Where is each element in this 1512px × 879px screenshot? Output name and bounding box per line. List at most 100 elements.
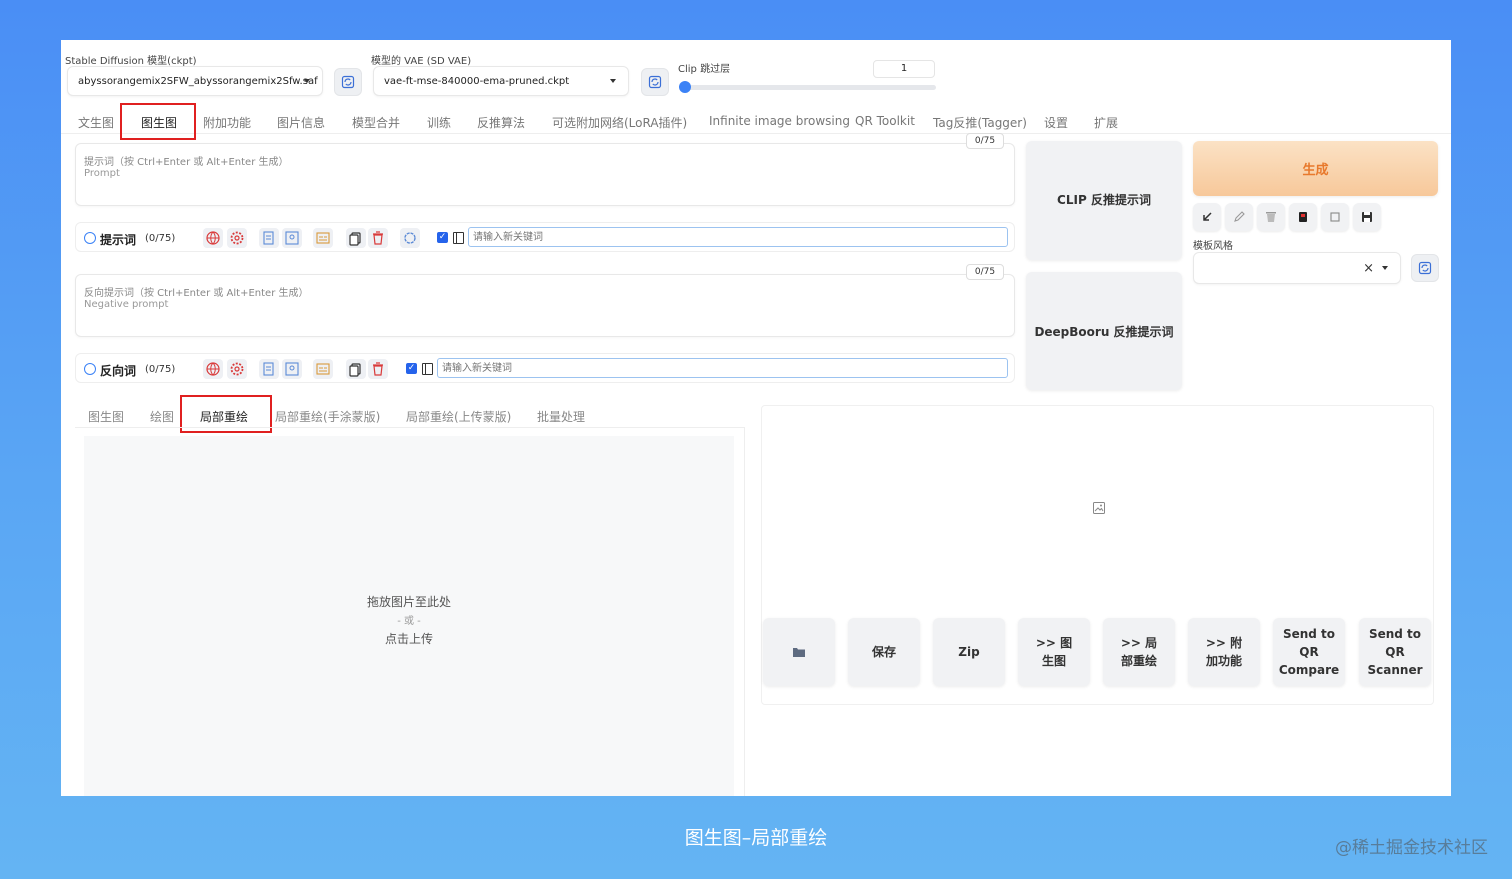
prompt-row-count: (0/75) xyxy=(145,233,176,244)
arrow-down-left-icon xyxy=(1203,212,1212,221)
ckpt-select[interactable]: abyssorangemix2SFW_abyssorangemix2Sfw.sa… xyxy=(67,66,323,96)
clip-interrogate-button[interactable]: CLIP 反推提示词 xyxy=(1026,141,1182,260)
tab-lora[interactable]: 可选附加网络(LoRA插件) xyxy=(552,114,687,131)
panel-toggle-icon[interactable] xyxy=(422,363,433,375)
tab-settings[interactable]: 设置 xyxy=(1044,114,1068,131)
clip-skip-slider[interactable] xyxy=(679,81,936,93)
save-button[interactable]: 保存 xyxy=(848,618,920,686)
folder-icon xyxy=(793,648,805,657)
subtab-inpaint-upload[interactable]: 局部重绘(上传蒙版) xyxy=(406,408,511,425)
negative-prompt-textarea[interactable]: 反向提示词（按 Ctrl+Enter 或 Alt+Enter 生成） Negat… xyxy=(75,274,1015,337)
apply-arrow-button[interactable] xyxy=(1193,203,1221,231)
style-select[interactable]: × xyxy=(1193,252,1401,284)
subtab-inpaint-sketch[interactable]: 局部重绘(手涂蒙版) xyxy=(275,408,380,425)
send-to-qr-scanner-button[interactable]: Send to QR Scanner xyxy=(1359,618,1431,686)
clipboard-icon xyxy=(1330,212,1340,222)
keyword-checkbox[interactable]: ✓ xyxy=(437,232,448,243)
watermark: @稀土掘金技术社区 xyxy=(1335,838,1488,858)
refresh-icon xyxy=(341,75,355,89)
bookmark-icon[interactable] xyxy=(282,228,302,248)
image-upload-area[interactable]: 拖放图片至此处 - 或 - 点击上传 xyxy=(84,436,734,796)
tab-tagger[interactable]: Tag反推(Tagger) xyxy=(933,114,1027,131)
clip-skip-label: Clip 跳过层 xyxy=(678,64,731,75)
clip-skip-number[interactable]: 1 xyxy=(873,60,935,78)
send-to-qr-compare-button[interactable]: Send to QR Compare xyxy=(1273,618,1345,686)
negative-row-label: 反向词 xyxy=(100,364,137,378)
tab-interrogate[interactable]: 反推算法 xyxy=(477,114,525,131)
check-circle-icon[interactable] xyxy=(84,363,96,375)
check-circle-icon[interactable] xyxy=(84,232,96,244)
translate-text-icon[interactable] xyxy=(313,228,333,248)
translate-globe-icon[interactable] xyxy=(203,359,223,379)
send-to-img2img-button[interactable]: >> 图生图 xyxy=(1018,618,1090,686)
tab-txt2img[interactable]: 文生图 xyxy=(78,114,114,131)
subtab-img2img[interactable]: 图生图 xyxy=(88,408,124,425)
trash-icon[interactable] xyxy=(368,228,388,248)
copy-text-icon[interactable] xyxy=(259,359,279,379)
edit-button[interactable] xyxy=(1225,203,1253,231)
negative-token-counter: 0/75 xyxy=(966,264,1004,280)
settings-gear-icon[interactable] xyxy=(227,359,247,379)
upload-or-text: - 或 - xyxy=(397,616,421,627)
ckpt-refresh-button[interactable] xyxy=(334,68,362,96)
clear-button[interactable] xyxy=(1257,203,1285,231)
tab-model-merge[interactable]: 模型合并 xyxy=(352,114,400,131)
translate-globe-icon[interactable] xyxy=(203,228,223,248)
panel-toggle-icon[interactable] xyxy=(453,232,464,244)
extra-networks-button[interactable] xyxy=(1289,203,1317,231)
tab-train[interactable]: 训练 xyxy=(427,114,451,131)
chevron-down-icon xyxy=(1382,266,1388,270)
subtab-batch[interactable]: 批量处理 xyxy=(537,408,585,425)
paste-icon[interactable] xyxy=(346,228,366,248)
send-to-extras-button[interactable]: >> 附加功能 xyxy=(1188,618,1260,686)
refresh-icon xyxy=(648,75,662,89)
tab-png-info[interactable]: 图片信息 xyxy=(277,114,325,131)
slider-thumb[interactable] xyxy=(679,81,691,93)
copy-text-icon[interactable] xyxy=(259,228,279,248)
image-placeholder-icon xyxy=(1093,502,1105,514)
main-tabs: 文生图 图生图 附加功能 图片信息 模型合并 训练 反推算法 可选附加网络(Lo… xyxy=(61,110,1451,134)
style-view-button[interactable] xyxy=(1321,203,1349,231)
zip-button[interactable]: Zip xyxy=(933,618,1005,686)
prompt-keyword-input[interactable] xyxy=(468,227,1008,247)
save-style-button[interactable] xyxy=(1353,203,1381,231)
settings-gear-icon[interactable] xyxy=(227,228,247,248)
card-icon xyxy=(1299,212,1307,222)
clip-interrogate-label: CLIP 反推提示词 xyxy=(1057,193,1151,207)
trash-icon[interactable] xyxy=(368,359,388,379)
tab-image-browsing[interactable]: Infinite image browsing xyxy=(709,114,850,128)
tab-qr-toolkit[interactable]: QR Toolkit xyxy=(855,114,915,128)
tab-extras[interactable]: 附加功能 xyxy=(203,114,251,131)
keyword-checkbox[interactable]: ✓ xyxy=(406,363,417,374)
paste-icon[interactable] xyxy=(346,359,366,379)
vae-select[interactable]: vae-ft-mse-840000-ema-pruned.ckpt xyxy=(373,66,629,96)
chevron-down-icon xyxy=(304,79,310,83)
vae-value: vae-ft-mse-840000-ema-pruned.ckpt xyxy=(384,75,570,87)
negative-keyword-input[interactable] xyxy=(437,358,1008,378)
negative-tool-row: 反向词 (0/75) ✓ xyxy=(75,353,1015,383)
prompt-row-label: 提示词 xyxy=(100,233,137,247)
deepbooru-interrogate-button[interactable]: DeepBooru 反推提示词 xyxy=(1026,272,1182,390)
prompt-placeholder-en: Prompt xyxy=(84,168,120,179)
prompt-textarea[interactable]: 提示词（按 Ctrl+Enter 或 Alt+Enter 生成） Prompt xyxy=(75,143,1015,206)
negative-placeholder-en: Negative prompt xyxy=(84,299,169,310)
style-label: 模板风格 xyxy=(1193,241,1233,252)
prompt-tool-row: 提示词 (0/75) ✓ xyxy=(75,222,1015,252)
subtab-sketch[interactable]: 绘图 xyxy=(150,408,174,425)
vae-refresh-button[interactable] xyxy=(641,68,669,96)
clear-x-icon[interactable]: × xyxy=(1363,261,1374,276)
caption: 图生图–局部重绘 xyxy=(684,827,828,849)
trash-icon xyxy=(1266,212,1276,222)
open-folder-button[interactable] xyxy=(763,618,835,686)
style-refresh-button[interactable] xyxy=(1411,254,1439,282)
translate-text-icon[interactable] xyxy=(313,359,333,379)
prompt-token-counter: 0/75 xyxy=(966,133,1004,149)
generate-button[interactable]: 生成 xyxy=(1193,141,1438,196)
upload-drop-text: 拖放图片至此处 xyxy=(366,595,451,609)
deepbooru-interrogate-label: DeepBooru 反推提示词 xyxy=(1034,324,1174,339)
bookmark-icon[interactable] xyxy=(282,359,302,379)
tab-extensions[interactable]: 扩展 xyxy=(1094,114,1118,131)
send-to-inpaint-button[interactable]: >> 局部重绘 xyxy=(1103,618,1175,686)
ai-openai-icon[interactable] xyxy=(400,228,420,248)
column-divider xyxy=(744,427,745,796)
